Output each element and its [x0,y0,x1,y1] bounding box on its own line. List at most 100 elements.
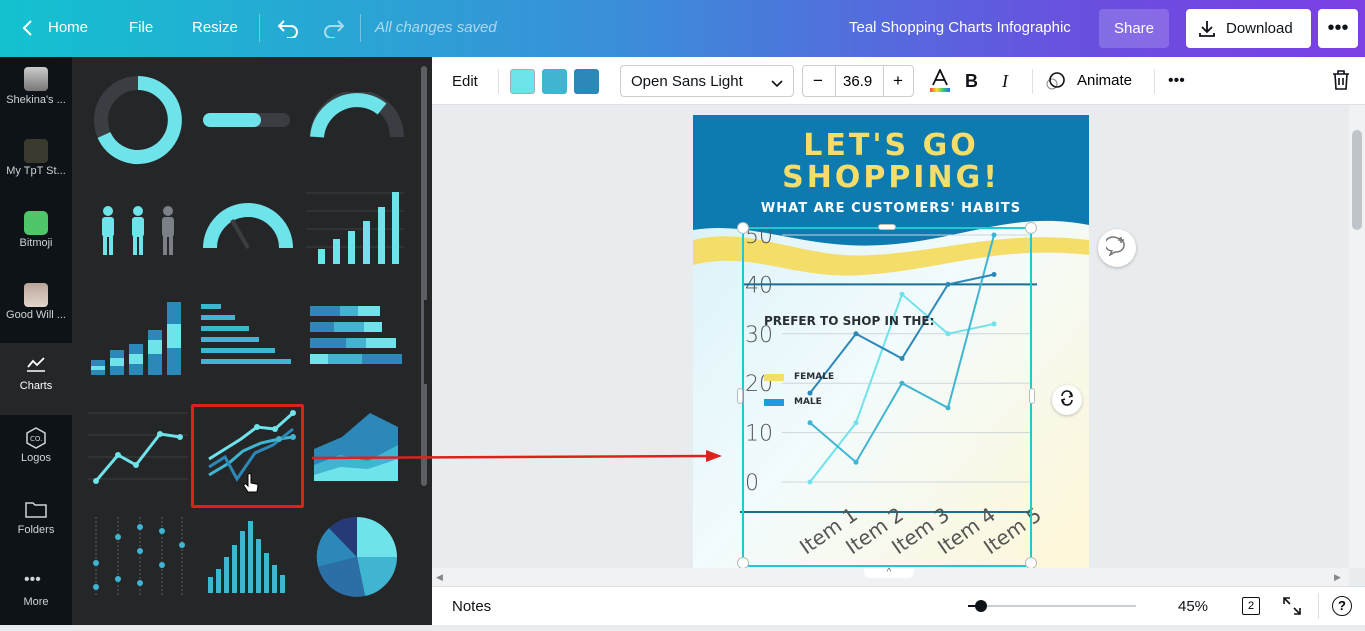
rail-item-label: Shekina's ... [6,94,66,106]
italic-button[interactable]: I [1002,65,1008,97]
download-label: Download [1226,20,1293,37]
top-bar: Home File Resize All changes saved Teal … [0,0,1365,57]
font-size-input[interactable]: 36.9 [843,73,872,90]
chevron-left-icon [22,19,34,41]
bar-chart-thumbnail[interactable] [306,189,404,265]
title-line-2: SHOPPING! [782,160,1000,195]
save-status: All changes saved [375,19,497,36]
redo-icon[interactable] [323,18,345,43]
more-icon: ••• [1327,17,1349,39]
stacked-horizontal-bar-thumbnail[interactable] [308,304,404,374]
hand-cursor-icon [242,473,260,500]
divider [1318,593,1319,619]
rail-item-more[interactable]: ••• More [0,559,72,631]
folder-thumbnail [24,139,48,163]
rail-item-shekinas[interactable]: Shekina's ... [0,57,72,129]
title-line-1: LET'S GO [803,128,979,163]
half-donut-thumbnail[interactable] [310,92,404,142]
divider [1154,69,1155,94]
scroll-right-icon[interactable]: ▶ [1334,572,1341,583]
rail-item-label: Good Will ... [6,309,66,321]
undo-icon[interactable] [277,18,299,43]
resize-handle-bottom-left[interactable] [737,557,749,568]
rail-item-logos[interactable]: CO. Logos [0,415,72,487]
rail-item-label: Charts [19,380,53,392]
dot-plot-thumbnail[interactable] [92,517,186,597]
selection-box [742,227,1032,567]
animate-icon [1046,72,1066,95]
pie-chart-thumbnail[interactable] [315,515,399,599]
panel-scrollbar[interactable] [421,66,427,486]
help-icon[interactable]: ? [1332,596,1352,616]
resize-handle-right[interactable] [1029,388,1035,404]
share-button[interactable]: Share [1099,9,1169,48]
resize-handle-top-left[interactable] [737,222,749,234]
more-tools-icon[interactable]: ••• [1168,65,1185,97]
zoom-slider-thumb[interactable] [975,600,987,612]
file-menu[interactable]: File [129,19,153,36]
edit-button[interactable]: Edit [452,65,478,97]
animate-label: Animate [1077,72,1133,89]
resize-handle-top[interactable] [878,224,896,230]
gauge-chart-thumbnail[interactable] [202,202,294,252]
rail-item-my-tpt[interactable]: My TpT St... [0,129,72,201]
more-options-button[interactable]: ••• [1318,9,1358,48]
fullscreen-icon[interactable] [1283,597,1301,620]
zoom-level[interactable]: 45% [1178,598,1208,615]
home-button[interactable]: Home [10,9,100,48]
rotate-button[interactable] [1052,385,1082,415]
rail-item-good-will[interactable]: Good Will ... [0,273,72,345]
people-pictogram-thumbnail[interactable] [94,205,186,257]
progress-bar-thumbnail[interactable] [200,109,292,129]
animate-button[interactable]: Animate [1046,65,1146,97]
home-label: Home [48,19,89,36]
color-swatch-3[interactable] [574,69,599,94]
folder-thumbnail [24,67,48,91]
resize-handle-bottom-right[interactable] [1025,557,1037,568]
resize-menu[interactable]: Resize [192,19,238,36]
download-button[interactable]: Download [1186,9,1311,48]
infographic-subtitle: WHAT ARE CUSTOMERS' HABITS [760,201,1022,216]
rail-item-charts[interactable]: Charts [0,343,72,415]
zoom-slider-track[interactable] [980,605,1136,607]
divider [1032,69,1033,94]
rail-item-label: My TpT St... [6,165,66,177]
rail-item-folders[interactable]: Folders [0,487,72,559]
font-name: Open Sans Light [631,73,743,90]
resize-handle-left[interactable] [737,388,743,404]
rail-item-bitmoji[interactable]: Bitmoji [0,201,72,273]
scroll-left-icon[interactable]: ◀ [436,572,443,583]
decrease-font-size-button[interactable]: − [813,71,823,91]
trash-icon[interactable] [1332,70,1350,95]
editor-toolbar: Edit Open Sans Light − 36.9 + B I Animat… [432,57,1365,105]
resize-handle-top-right[interactable] [1025,222,1037,234]
page-count-button[interactable]: 2 [1242,597,1260,615]
font-selector[interactable]: Open Sans Light [620,65,794,97]
design-canvas: LET'S GO SHOPPING! WHAT ARE CUSTOMERS' H… [432,105,1349,568]
vertical-scrollbar[interactable] [1349,105,1365,568]
bold-button[interactable]: B [965,65,978,97]
increase-font-size-button[interactable]: + [893,71,903,91]
donut-chart-thumbnail[interactable] [92,74,186,168]
stacked-bar-thumbnail[interactable] [88,300,188,376]
line-chart-thumbnail[interactable] [88,409,188,489]
horizontal-scrollbar[interactable]: ◀ ▶ ^ [432,568,1349,586]
histogram-thumbnail[interactable] [200,517,296,593]
rail-item-label: Folders [17,524,55,536]
rail-item-label: More [23,596,49,608]
notes-button[interactable]: Notes [452,598,491,615]
text-color-icon[interactable] [930,67,950,98]
color-swatch-1[interactable] [510,69,535,94]
selected-multi-line-chart-thumbnail[interactable] [191,404,304,508]
color-swatch-2[interactable] [542,69,567,94]
document-title[interactable]: Teal Shopping Charts Infographic [849,19,1071,36]
folder-icon [25,500,47,521]
bottom-bar: Notes 45% 2 ? [432,586,1365,625]
horizontal-bar-thumbnail[interactable] [199,300,295,376]
bitmoji-icon [24,211,48,235]
add-comment-button[interactable] [1098,229,1136,267]
scroll-thumb[interactable] [1352,130,1362,230]
show-pages-handle[interactable]: ^ [864,568,914,578]
divider [360,14,361,42]
infographic-title: LET'S GO SHOPPING! [693,130,1089,194]
